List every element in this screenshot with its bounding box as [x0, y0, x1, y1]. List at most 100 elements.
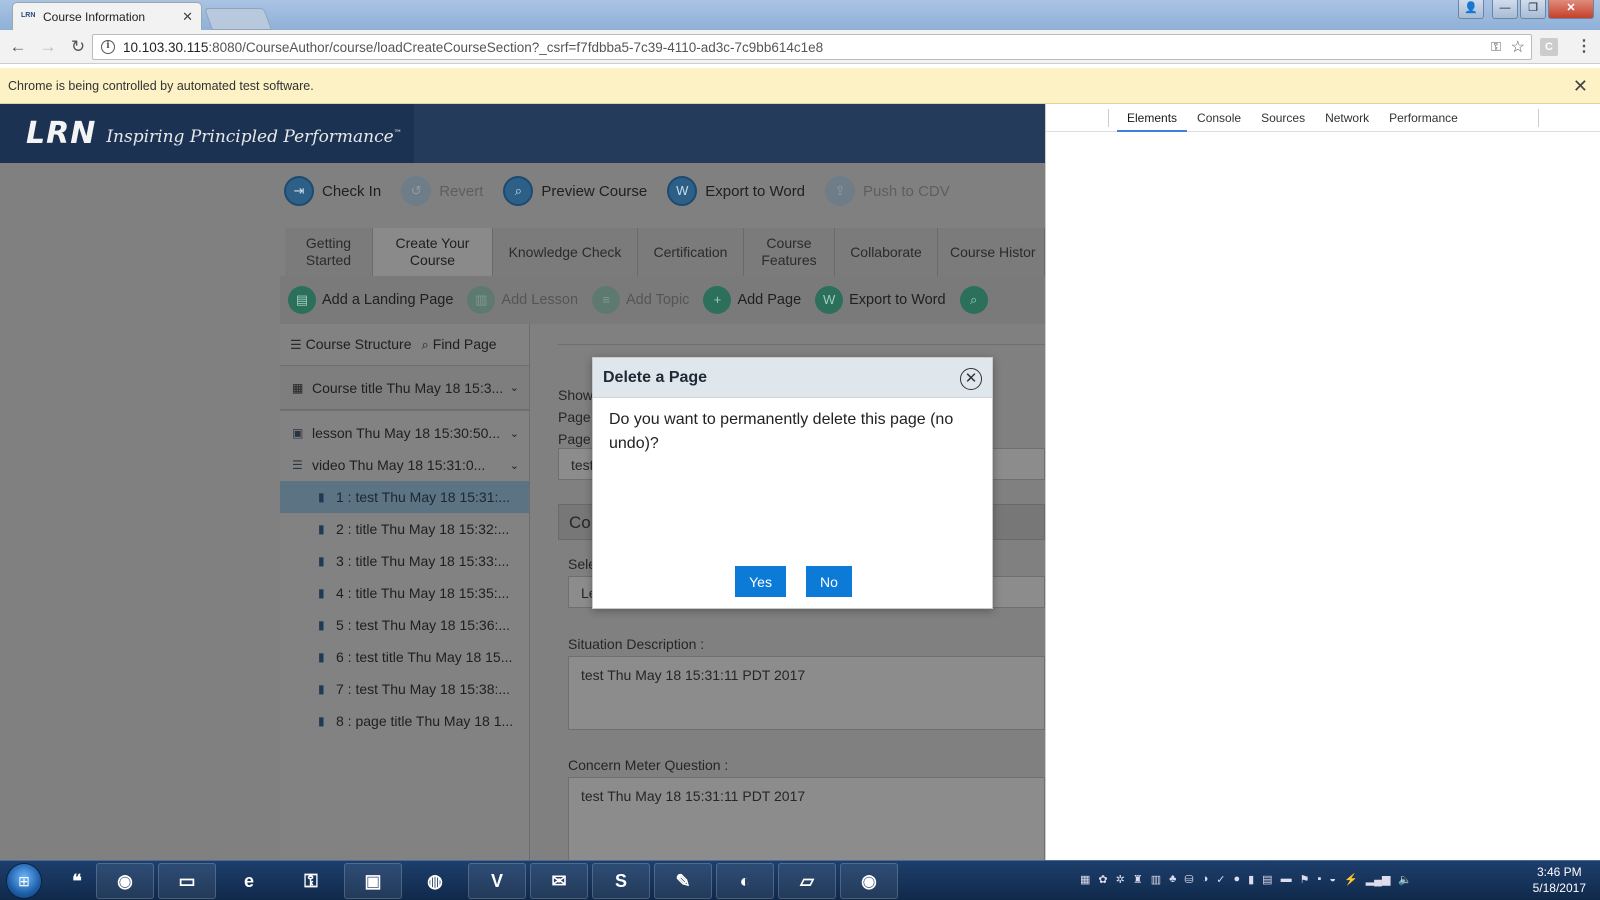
page-row[interactable]: ▮ 7 : test Thu May 18 15:38:...: [280, 673, 529, 705]
vivaldi-icon[interactable]: V: [468, 863, 526, 899]
situation-textarea[interactable]: test Thu May 18 15:31:11 PDT 2017: [568, 656, 1045, 730]
tray-icon[interactable]: ●: [1233, 873, 1240, 886]
preview-course-button[interactable]: ⌕ Preview Course: [503, 176, 647, 206]
infobar-close-icon[interactable]: ✕: [1573, 76, 1588, 97]
add-landing-page-button[interactable]: ▤ Add a Landing Page: [288, 286, 453, 314]
terminal-icon[interactable]: ▣: [344, 863, 402, 899]
volume-icon[interactable]: 🔈: [1398, 873, 1412, 886]
tray-icon[interactable]: ✓: [1216, 873, 1225, 886]
tab-performance[interactable]: Performance: [1379, 104, 1468, 132]
notes-icon[interactable]: ▱: [778, 863, 836, 899]
flag-icon[interactable]: ⚑: [1300, 873, 1310, 886]
chrome-menu-icon[interactable]: ⋮: [1576, 36, 1592, 56]
export-to-word-button[interactable]: W Export to Word: [667, 176, 805, 206]
devtools-panel: Elements Console Sources Network Perform…: [1045, 104, 1600, 860]
tray-icon[interactable]: ▥: [1151, 873, 1161, 886]
page-row[interactable]: ▮ 5 : test Thu May 18 15:36:...: [280, 609, 529, 641]
topic-icon: ☰: [292, 458, 303, 472]
concern-textarea[interactable]: test Thu May 18 15:31:11 PDT 2017: [568, 777, 1045, 860]
restore-button[interactable]: ❐: [1520, 0, 1546, 19]
forward-icon[interactable]: →: [36, 37, 60, 57]
tab-console[interactable]: Console: [1187, 104, 1251, 132]
outlook-icon[interactable]: ✉: [530, 863, 588, 899]
chevron-down-icon[interactable]: ⌄: [510, 381, 519, 394]
firefox-icon[interactable]: ◍: [406, 863, 464, 899]
topic-row[interactable]: ☰ video Thu May 18 15:31:0... ⌄: [280, 449, 529, 481]
course-structure-link[interactable]: ☰ Course Structure: [290, 336, 411, 353]
revert-button[interactable]: ↺ Revert: [401, 176, 483, 206]
tray-icon[interactable]: ◒: [1329, 873, 1336, 886]
tray-icon[interactable]: ▤: [1262, 873, 1272, 886]
page-row[interactable]: ▮ 8 : page title Thu May 18 1...: [280, 705, 529, 737]
minimize-button[interactable]: —: [1492, 0, 1518, 19]
tray-icon[interactable]: ▮: [1248, 873, 1254, 886]
eclipse-icon[interactable]: ◐: [716, 863, 774, 899]
push-to-cdv-button[interactable]: ⇪ Push to CDV: [825, 176, 950, 206]
tray-icon[interactable]: ⛁: [1184, 873, 1193, 886]
yes-button[interactable]: Yes: [735, 566, 786, 597]
network-icon[interactable]: ▂▄▆: [1366, 873, 1391, 886]
tray-icon[interactable]: ✲: [1116, 873, 1125, 886]
tab-getting-started[interactable]: Getting Started: [285, 228, 373, 276]
notepad-icon[interactable]: ✎: [654, 863, 712, 899]
add-lesson-button[interactable]: ▥ Add Lesson: [467, 286, 578, 314]
add-topic-button[interactable]: ≡ Add Topic: [592, 286, 689, 314]
tray-icon[interactable]: ⚡: [1344, 873, 1358, 886]
internet-explorer-icon[interactable]: e: [220, 863, 278, 899]
find-page-link[interactable]: ⌕ Find Page: [421, 336, 496, 353]
tray-icon[interactable]: ▬: [1281, 873, 1292, 886]
page-row[interactable]: ▮ 3 : title Thu May 18 15:33:...: [280, 545, 529, 577]
chevron-down-icon[interactable]: ⌄: [510, 427, 519, 440]
site-info-icon[interactable]: i: [101, 40, 115, 54]
extension-icon[interactable]: C: [1540, 38, 1558, 56]
tab-course-features[interactable]: Course Features: [744, 228, 835, 276]
no-button[interactable]: No: [805, 566, 852, 597]
tab-course-history[interactable]: Course Histor: [938, 228, 1045, 276]
page-row[interactable]: ▮ 4 : title Thu May 18 15:35:...: [280, 577, 529, 609]
window-close-button[interactable]: ✕: [1548, 0, 1594, 19]
chrome-active-icon[interactable]: ◉: [840, 863, 898, 899]
tray-icon[interactable]: ▪: [1317, 873, 1321, 886]
course-title-row[interactable]: ▦ Course title Thu May 18 15:3... ⌄: [280, 366, 529, 410]
tab-knowledge-check[interactable]: Knowledge Check: [493, 228, 638, 276]
tray-icon[interactable]: ◑: [1202, 873, 1209, 886]
tab-sources[interactable]: Sources: [1251, 104, 1315, 132]
tab-close-icon[interactable]: ✕: [182, 9, 193, 25]
tray-icon[interactable]: ♣: [1169, 873, 1176, 886]
chrome-icon[interactable]: ◉: [96, 863, 154, 899]
address-bar[interactable]: i 10.103.30.115:8080/CourseAuthor/course…: [92, 34, 1532, 60]
lesson-row[interactable]: ▣ lesson Thu May 18 15:30:50... ⌄: [280, 417, 529, 449]
tray-icon[interactable]: ♜: [1133, 873, 1143, 886]
page-row[interactable]: ▮ 1 : test Thu May 18 15:31:...: [280, 481, 529, 513]
bookmark-star-icon[interactable]: ☆: [1511, 37, 1525, 57]
export-word-button[interactable]: W Export to Word: [815, 286, 946, 314]
reload-icon[interactable]: ↻: [66, 37, 90, 57]
tab-create-your-course[interactable]: Create Your Course: [373, 228, 493, 276]
check-in-button[interactable]: ⇥ Check In: [284, 176, 381, 206]
start-button[interactable]: ⊞: [6, 863, 42, 899]
tray-icon[interactable]: ▦: [1080, 873, 1090, 886]
tab-certification[interactable]: Certification: [638, 228, 744, 276]
tray-icon[interactable]: ✿: [1098, 873, 1107, 886]
tab-collaborate[interactable]: Collaborate: [835, 228, 938, 276]
hangouts-icon[interactable]: ❝: [62, 863, 92, 899]
browser-tab-active[interactable]: LRN Course Information ✕: [12, 2, 202, 30]
key-icon[interactable]: ⚿: [1491, 39, 1501, 55]
page-row[interactable]: ▮ 2 : title Thu May 18 15:32:...: [280, 513, 529, 545]
keepass-icon[interactable]: ⚿: [282, 863, 340, 899]
add-page-button[interactable]: + Add Page: [703, 286, 801, 314]
skype-icon[interactable]: S: [592, 863, 650, 899]
tab-network[interactable]: Network: [1315, 104, 1379, 132]
devtools-tabs: Elements Console Sources Network Perform…: [1046, 104, 1600, 132]
chevron-down-icon[interactable]: ⌄: [510, 459, 519, 472]
dialog-close-icon[interactable]: ✕: [960, 368, 982, 390]
file-explorer-icon[interactable]: ▭: [158, 863, 216, 899]
clock[interactable]: 3:46 PM 5/18/2017: [1533, 864, 1586, 896]
preview-button[interactable]: ⌕: [959, 286, 988, 314]
new-tab-button[interactable]: [203, 8, 273, 30]
page-row[interactable]: ▮ 6 : test title Thu May 18 15...: [280, 641, 529, 673]
topic-icon: ≡: [592, 286, 621, 314]
user-profile-icon[interactable]: 👤: [1458, 0, 1484, 19]
back-icon[interactable]: ←: [6, 37, 30, 57]
tab-elements[interactable]: Elements: [1117, 104, 1188, 132]
